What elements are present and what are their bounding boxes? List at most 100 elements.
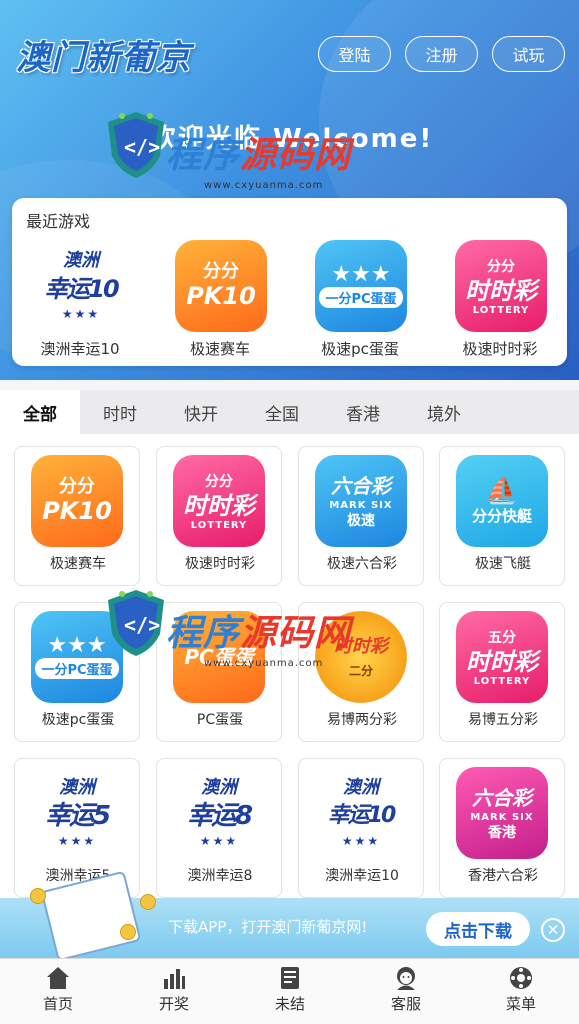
nav-item-service[interactable]: 客服 xyxy=(348,959,464,1024)
icon-text: 六合彩 xyxy=(331,473,391,498)
watermark-text-2: 源码网 xyxy=(240,613,352,654)
recent-game-item[interactable]: 分分 PK10 极速赛车 xyxy=(160,236,280,361)
pk10-icon: 分分 PK10 xyxy=(175,240,267,332)
stars-icon: ★★★ xyxy=(199,834,239,848)
icon-text: 分分 xyxy=(487,258,515,275)
recent-game-label: 极速赛车 xyxy=(189,340,250,358)
game-label: 极速赛车 xyxy=(50,556,106,572)
icon-text: LOTTERY xyxy=(472,304,530,316)
icon-text: 分分 xyxy=(203,261,239,282)
icon-text: 幸运10 xyxy=(44,275,119,303)
icon-text: 分分 xyxy=(205,473,233,490)
ssc-icon: 五分 时时彩 LOTTERY xyxy=(456,611,548,703)
download-button[interactable]: 点击下载 xyxy=(426,912,530,946)
icon-text: 澳洲 xyxy=(59,777,95,798)
game-item[interactable]: 六合彩 MARK SIX 极速 极速六合彩 xyxy=(298,446,424,586)
icon-text: 一分PC蛋蛋 xyxy=(319,286,403,308)
nav-label: 开奖 xyxy=(158,995,189,1013)
icon-text: PK10 xyxy=(186,282,256,310)
icon-text: 香港 xyxy=(488,824,516,841)
icon-text: 时时彩 xyxy=(465,276,537,305)
stars-icon: ★★★ xyxy=(61,307,101,321)
coin-icon xyxy=(120,924,136,940)
nav-item-unsettled[interactable]: 未结 xyxy=(232,959,348,1024)
recent-game-item[interactable]: ★★★ 一分PC蛋蛋 极速pc蛋蛋 xyxy=(300,236,420,361)
game-item[interactable]: 分分 时时彩 LOTTERY 极速时时彩 xyxy=(156,446,282,586)
nav-label: 首页 xyxy=(42,995,73,1013)
watermark-url: www.cxyuanma.com xyxy=(204,658,324,669)
tab-hongkong[interactable]: 香港 xyxy=(323,390,403,434)
bottom-nav: 首页 开奖 未结 客服 菜单 xyxy=(0,958,579,1024)
recent-games-title: 最近游戏 xyxy=(26,212,91,231)
trial-button[interactable]: 试玩 xyxy=(492,36,565,72)
game-item[interactable]: 五分 时时彩 LOTTERY 易博五分彩 xyxy=(439,602,565,742)
icon-text: 极速 xyxy=(347,512,375,529)
receipt-icon xyxy=(281,967,299,989)
stars-icon: ★★★ xyxy=(47,632,107,658)
icon-text: LOTTERY xyxy=(473,675,531,687)
icon-text: 澳洲 xyxy=(201,777,237,798)
svg-text:</>: </> xyxy=(124,135,160,159)
recent-game-label: 极速时时彩 xyxy=(462,340,538,358)
mark-six-icon: 六合彩 MARK SIX 香港 xyxy=(456,767,548,859)
icon-text: 分分 xyxy=(59,476,95,497)
nav-item-results[interactable]: 开奖 xyxy=(116,959,232,1024)
icon-text: LOTTERY xyxy=(190,519,248,531)
nav-label: 未结 xyxy=(274,995,305,1013)
game-label: 极速时时彩 xyxy=(185,556,255,572)
tab-all[interactable]: 全部 xyxy=(0,390,80,434)
nav-label: 客服 xyxy=(390,995,421,1013)
game-label: PC蛋蛋 xyxy=(196,712,244,728)
watermark-text-1: 程序 xyxy=(166,135,241,176)
coin-icon xyxy=(140,894,156,910)
icon-text: 幸运10 xyxy=(327,803,397,828)
customer-service-icon xyxy=(397,967,415,990)
ssc-icon: 分分 时时彩 LOTTERY xyxy=(455,240,547,332)
icon-text: 澳洲 xyxy=(63,250,99,271)
watermark-text-2: 源码网 xyxy=(240,135,352,176)
tab-overseas[interactable]: 境外 xyxy=(404,390,484,434)
bar-chart-icon xyxy=(164,969,185,989)
game-item[interactable]: 分分 PK10 极速赛车 xyxy=(14,446,140,586)
nav-item-home[interactable]: 首页 xyxy=(0,959,116,1024)
game-item[interactable]: 六合彩 MARK SIX 香港 香港六合彩 xyxy=(439,758,565,898)
lucky-10-icon: 澳洲 幸运10 ★★★ xyxy=(315,767,407,859)
ssc-icon: 分分 时时彩 LOTTERY xyxy=(173,455,265,547)
icon-text: 时时彩 xyxy=(466,647,538,676)
stars-icon: ★★★ xyxy=(331,261,391,287)
pc-egg-icon: ★★★ 一分PC蛋蛋 xyxy=(315,240,407,332)
site-logo[interactable]: 澳门新葡京 xyxy=(16,30,191,79)
icon-text: 五分 xyxy=(488,629,516,646)
register-button[interactable]: 注册 xyxy=(405,36,478,72)
recent-game-item[interactable]: 分分 时时彩 LOTTERY 极速时时彩 xyxy=(440,236,560,361)
category-tabs: 全部 时时 快开 全国 香港 境外 xyxy=(0,390,579,434)
game-label: 极速六合彩 xyxy=(327,556,397,572)
icon-text: 分分快艇 xyxy=(471,507,532,525)
code-shield-icon: </> xyxy=(108,590,164,656)
tab-kuaikai[interactable]: 快开 xyxy=(161,390,241,434)
icon-text: 六合彩 xyxy=(472,785,532,810)
game-item[interactable]: 澳洲 幸运8 ★★★ 澳洲幸运8 xyxy=(156,758,282,898)
lucky-8-icon: 澳洲 幸运8 ★★★ xyxy=(173,767,265,859)
game-label: 易博五分彩 xyxy=(468,712,538,728)
game-label: 极速飞艇 xyxy=(475,556,531,572)
game-label: 澳洲幸运8 xyxy=(187,868,253,884)
login-button[interactable]: 登陆 xyxy=(318,36,391,72)
boat-icon: ⛵ xyxy=(485,476,519,506)
watermark-url: www.cxyuanma.com xyxy=(204,180,324,191)
game-item[interactable]: ⛵ 分分快艇 极速飞艇 xyxy=(439,446,565,586)
recent-game-item[interactable]: 澳洲 幸运10 ★★★ 澳洲幸运10 xyxy=(20,236,140,361)
icon-text: 时时彩 xyxy=(183,491,255,520)
game-item[interactable]: 澳洲 幸运10 ★★★ 澳洲幸运10 xyxy=(298,758,424,898)
tab-national[interactable]: 全国 xyxy=(242,390,322,434)
home-icon xyxy=(47,967,69,989)
tab-shishi[interactable]: 时时 xyxy=(80,390,160,434)
nav-item-menu[interactable]: 菜单 xyxy=(463,959,579,1024)
game-label: 澳洲幸运10 xyxy=(325,868,399,884)
stars-icon: ★★★ xyxy=(57,834,97,848)
game-label: 香港六合彩 xyxy=(468,868,538,884)
icon-text: MARK SIX xyxy=(470,811,534,823)
speedboat-icon: ⛵ 分分快艇 xyxy=(456,455,548,547)
close-icon[interactable]: ✕ xyxy=(541,918,565,942)
pk10-icon: 分分 PK10 xyxy=(31,455,123,547)
